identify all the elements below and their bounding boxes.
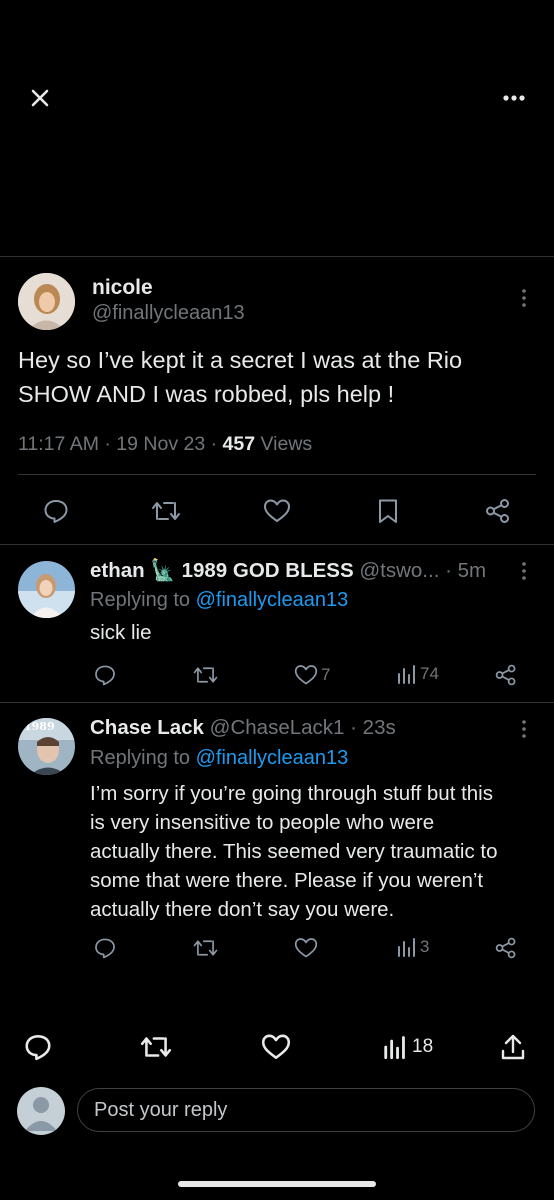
reply-input-placeholder: Post your reply xyxy=(94,1099,228,1121)
reply-avatar[interactable]: 1989 xyxy=(18,718,75,775)
reply-avatar[interactable] xyxy=(18,561,75,618)
reply-text-line: some that were there. Please if you were… xyxy=(90,869,484,892)
views-chart-icon xyxy=(398,665,415,684)
reply-comment-button[interactable] xyxy=(93,663,117,687)
repost-button[interactable] xyxy=(150,497,182,525)
share-icon xyxy=(495,664,516,686)
default-avatar-icon xyxy=(25,1097,57,1131)
reply-text: I’m sorry if you’re going through stuff … xyxy=(90,779,498,924)
heart-icon xyxy=(294,665,318,685)
home-indicator xyxy=(178,1181,376,1187)
reply-header: ethan 🗽 1989 GOD BLESS @tswo... · 5m xyxy=(90,559,486,583)
repost-icon xyxy=(152,502,180,520)
views-label[interactable]: Views xyxy=(261,433,313,455)
repost-icon xyxy=(193,667,218,683)
reply-share-button[interactable] xyxy=(494,936,518,960)
reply-text-line: actually there. This seemed very traumat… xyxy=(90,840,498,863)
reply-text-line: actually there don’t say you were. xyxy=(90,898,395,921)
separator: · xyxy=(210,433,218,455)
views-count: 3 xyxy=(420,937,430,956)
replying-to-prefix: Replying to xyxy=(90,747,191,769)
reply-repost-button[interactable] xyxy=(192,936,219,960)
reply-author-handle[interactable]: @tswo... xyxy=(359,559,439,582)
views-chart-icon xyxy=(384,1036,405,1060)
reply-icon xyxy=(95,938,115,959)
replying-to: Replying to @finallycleaan13 xyxy=(90,747,348,770)
views-count[interactable]: 457 xyxy=(223,433,256,455)
reply-more-button[interactable] xyxy=(518,560,530,582)
divider xyxy=(0,702,554,703)
replying-to: Replying to @finallycleaan13 xyxy=(90,589,348,612)
reply-icon xyxy=(25,1035,51,1061)
reply-views-button[interactable]: 74 xyxy=(396,663,439,685)
reply-author-name[interactable]: Chase Lack xyxy=(90,716,204,739)
reply-icon xyxy=(95,665,115,686)
more-vertical-icon xyxy=(522,720,526,738)
reply-like-button[interactable]: 7 xyxy=(293,663,330,687)
bottom-views-button[interactable]: 18 xyxy=(382,1034,433,1060)
divider xyxy=(0,544,554,545)
like-count: 7 xyxy=(321,665,331,684)
bottom-repost-button[interactable] xyxy=(139,1032,173,1062)
reply-time[interactable]: · 5m xyxy=(445,559,486,582)
bottom-share-button[interactable] xyxy=(500,1032,526,1062)
reply-author-handle[interactable]: @ChaseLack1 xyxy=(210,716,345,739)
reply-repost-button[interactable] xyxy=(192,663,219,687)
reply-text: sick lie xyxy=(90,621,152,644)
reply-icon xyxy=(44,500,68,523)
user-avatar[interactable] xyxy=(17,1087,65,1135)
reply-share-button[interactable] xyxy=(494,663,518,687)
like-button[interactable] xyxy=(262,497,292,525)
reply-views-button[interactable]: 3 xyxy=(396,936,429,958)
more-vertical-icon xyxy=(522,289,526,307)
post-metadata: 11:17 AM · 19 Nov 23 · 457 Views xyxy=(18,433,312,456)
reply-more-button[interactable] xyxy=(518,718,530,740)
heart-icon xyxy=(261,1034,291,1059)
close-icon xyxy=(31,89,49,107)
post-date: 19 Nov 23 xyxy=(116,433,206,455)
replying-to-prefix: Replying to xyxy=(90,589,191,611)
repost-icon xyxy=(140,1037,172,1057)
close-button[interactable] xyxy=(28,86,52,110)
replying-to-handle[interactable]: @finallycleaan13 xyxy=(196,589,349,611)
replying-to-handle[interactable]: @finallycleaan13 xyxy=(196,747,349,769)
post-more-button[interactable] xyxy=(518,287,530,309)
post-time: 11:17 AM xyxy=(18,433,99,455)
bottom-like-button[interactable] xyxy=(260,1032,292,1062)
share-icon xyxy=(495,937,516,959)
share-button[interactable] xyxy=(484,497,512,525)
reply-button[interactable] xyxy=(42,497,70,525)
views-count: 74 xyxy=(420,664,439,683)
upload-share-icon xyxy=(501,1034,525,1060)
reply-time[interactable]: · 23s xyxy=(350,716,396,739)
reply-like-button[interactable] xyxy=(293,936,319,960)
heart-icon xyxy=(264,499,290,522)
bookmark-button[interactable] xyxy=(375,497,401,525)
bookmark-icon xyxy=(379,499,397,523)
separator: · xyxy=(104,433,111,455)
reply-header: Chase Lack @ChaseLack1 · 23s xyxy=(90,716,396,740)
reply-text-line: I’m sorry if you’re going through stuff … xyxy=(90,782,493,805)
more-options-button[interactable] xyxy=(500,88,528,108)
more-horizontal-icon xyxy=(503,95,525,101)
post-meta-divider xyxy=(18,474,536,475)
repost-icon xyxy=(193,940,218,956)
avatar-badge-text: 1989 xyxy=(24,720,55,733)
views-chart-icon xyxy=(398,938,415,957)
reply-comment-button[interactable] xyxy=(93,936,117,960)
more-vertical-icon xyxy=(522,562,526,580)
post-text-line-2: SHOW AND I was robbed, pls help ! xyxy=(18,381,395,407)
reply-author-name[interactable]: ethan 🗽 1989 GOD BLESS xyxy=(90,559,354,582)
author-name[interactable]: nicole xyxy=(92,276,153,300)
heart-icon xyxy=(294,938,318,958)
author-handle[interactable]: @finallycleaan13 xyxy=(92,302,245,325)
header-divider xyxy=(0,256,554,257)
reply-input[interactable]: Post your reply xyxy=(77,1088,535,1132)
avatar[interactable] xyxy=(18,273,75,330)
views-count: 18 xyxy=(412,1036,434,1057)
share-icon xyxy=(486,499,509,523)
reply-text-line: is very insensitive to people who were xyxy=(90,811,435,834)
post-text-line-1: Hey so I’ve kept it a secret I was at th… xyxy=(18,347,463,373)
bottom-reply-button[interactable] xyxy=(23,1032,53,1062)
